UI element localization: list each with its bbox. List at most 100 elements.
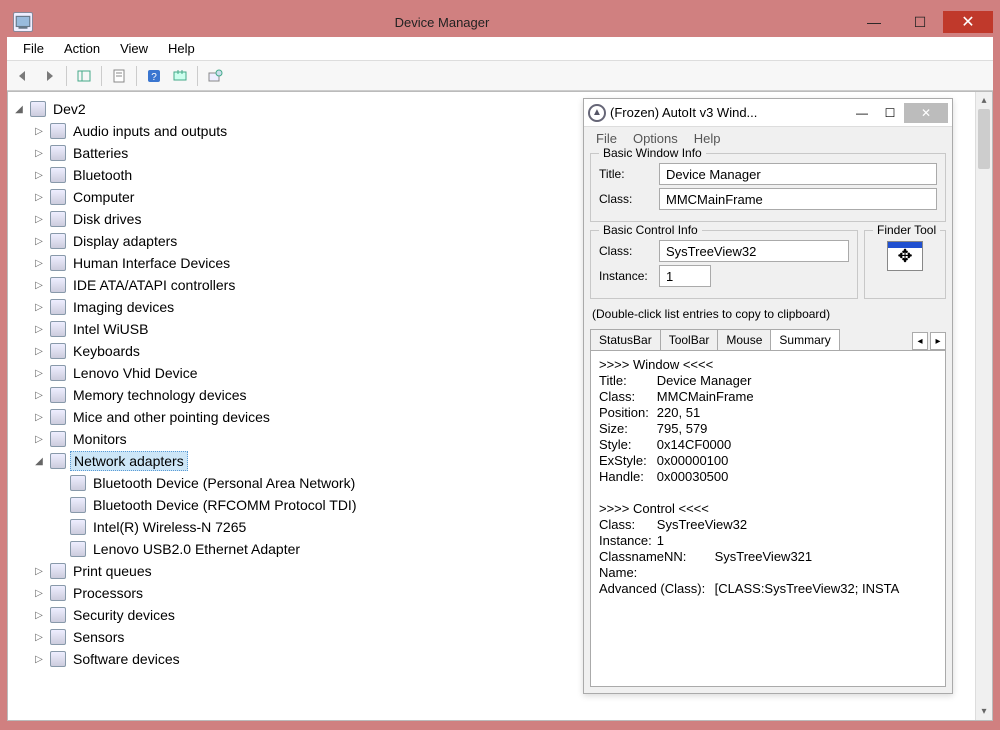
expand-icon[interactable]: ▷ xyxy=(32,588,46,599)
show-hide-tree-button[interactable] xyxy=(72,64,96,88)
menu-file[interactable]: File xyxy=(13,39,54,58)
expand-icon[interactable]: ▷ xyxy=(32,192,46,203)
tree-item-label: Intel WiUSB xyxy=(70,320,151,338)
crosshair-icon: ✥ xyxy=(897,246,912,267)
autoit-menu-file[interactable]: File xyxy=(588,130,625,147)
expand-icon[interactable]: ▷ xyxy=(32,566,46,577)
collapse-icon[interactable]: ◢ xyxy=(12,104,26,115)
autoit-titlebar[interactable]: ▲ (Frozen) AutoIt v3 Wind... — ☐ ✕ xyxy=(584,99,952,127)
software-icon xyxy=(49,650,67,668)
tree-item[interactable]: Bluetooth Device (Personal Area Network) xyxy=(12,472,564,494)
expand-icon[interactable]: ▷ xyxy=(32,324,46,335)
forward-button[interactable] xyxy=(37,64,61,88)
tree-item[interactable]: ▷Batteries xyxy=(12,142,564,164)
tree-item[interactable]: Intel(R) Wireless-N 7265 xyxy=(12,516,564,538)
scroll-down-button[interactable]: ▾ xyxy=(976,703,992,720)
expand-icon[interactable]: ▷ xyxy=(32,126,46,137)
autoit-close-button[interactable]: ✕ xyxy=(904,103,948,123)
window-title-field[interactable] xyxy=(659,163,937,185)
device-tree[interactable]: ◢Dev2▷Audio inputs and outputs▷Batteries… xyxy=(8,92,568,712)
expand-icon[interactable]: ▷ xyxy=(32,632,46,643)
tree-item[interactable]: ▷Print queues xyxy=(12,560,564,582)
tab-scroll-right[interactable]: ▸ xyxy=(930,332,946,350)
autoit-title: (Frozen) AutoIt v3 Wind... xyxy=(610,105,848,120)
maximize-button[interactable]: ☐ xyxy=(897,11,943,33)
tab-statusbar[interactable]: StatusBar xyxy=(590,329,661,350)
minimize-button[interactable]: — xyxy=(851,11,897,33)
expand-icon[interactable]: ▷ xyxy=(32,258,46,269)
tree-item[interactable]: ▷Sensors xyxy=(12,626,564,648)
tree-item[interactable]: Lenovo USB2.0 Ethernet Adapter xyxy=(12,538,564,560)
expand-icon[interactable]: ▷ xyxy=(32,368,46,379)
scroll-up-button[interactable]: ▴ xyxy=(976,92,992,109)
tree-item-label: Human Interface Devices xyxy=(70,254,233,272)
window-class-field[interactable] xyxy=(659,188,937,210)
control-instance-field[interactable] xyxy=(659,265,711,287)
collapse-icon[interactable]: ◢ xyxy=(32,456,46,467)
autoit-maximize-button[interactable]: ☐ xyxy=(876,103,904,123)
tree-item[interactable]: ◢ Network adapters xyxy=(12,450,564,472)
close-button[interactable]: ✕ xyxy=(943,11,993,33)
expand-icon[interactable]: ▷ xyxy=(32,654,46,665)
expand-icon[interactable]: ▷ xyxy=(32,214,46,225)
tree-item-label: Computer xyxy=(70,188,137,206)
back-button[interactable] xyxy=(11,64,35,88)
tree-item[interactable]: ▷Mice and other pointing devices xyxy=(12,406,564,428)
tree-item[interactable]: ▷ Monitors xyxy=(12,428,564,450)
tree-item-label: Lenovo USB2.0 Ethernet Adapter xyxy=(90,540,303,558)
tree-item[interactable]: ▷Audio inputs and outputs xyxy=(12,120,564,142)
tree-item[interactable]: ▷Keyboards xyxy=(12,340,564,362)
expand-icon[interactable]: ▷ xyxy=(32,280,46,291)
tree-item[interactable]: ▷Disk drives xyxy=(12,208,564,230)
expand-icon[interactable]: ▷ xyxy=(32,148,46,159)
expand-icon[interactable]: ▷ xyxy=(32,170,46,181)
finder-tool-target[interactable]: ✥ xyxy=(887,241,923,271)
autoit-window: ▲ (Frozen) AutoIt v3 Wind... — ☐ ✕ File … xyxy=(583,98,953,694)
autoit-menu-help[interactable]: Help xyxy=(686,130,729,147)
tree-item-label: Monitors xyxy=(70,430,130,448)
group-legend: Finder Tool xyxy=(873,223,940,237)
scroll-thumb[interactable] xyxy=(978,109,990,169)
tree-item[interactable]: ▷Processors xyxy=(12,582,564,604)
tree-item-label: Network adapters xyxy=(70,451,188,471)
expand-icon[interactable]: ▷ xyxy=(32,412,46,423)
network-icon xyxy=(49,452,67,470)
scan-hardware-button[interactable] xyxy=(168,64,192,88)
menu-help[interactable]: Help xyxy=(158,39,205,58)
tree-item[interactable]: ▷Imaging devices xyxy=(12,296,564,318)
tree-item[interactable]: ▷Security devices xyxy=(12,604,564,626)
tree-item[interactable]: ▷Software devices xyxy=(12,648,564,670)
control-class-field[interactable] xyxy=(659,240,849,262)
tree-item[interactable]: ▷Display adapters xyxy=(12,230,564,252)
hid-icon xyxy=(49,254,67,272)
expand-icon[interactable]: ▷ xyxy=(32,346,46,357)
tree-item[interactable]: ▷IDE ATA/ATAPI controllers xyxy=(12,274,564,296)
tree-item[interactable]: ◢Dev2 xyxy=(12,98,564,120)
tab-summary[interactable]: Summary xyxy=(770,329,839,350)
tree-item[interactable]: ▷ Intel WiUSB xyxy=(12,318,564,340)
tree-item[interactable]: ▷ Human Interface Devices xyxy=(12,252,564,274)
imaging-icon xyxy=(49,298,67,316)
menu-action[interactable]: Action xyxy=(54,39,110,58)
expand-icon[interactable]: ▷ xyxy=(32,434,46,445)
help-button[interactable]: ? xyxy=(142,64,166,88)
menu-view[interactable]: View xyxy=(110,39,158,58)
expand-icon[interactable]: ▷ xyxy=(32,236,46,247)
tree-item[interactable]: ▷Bluetooth xyxy=(12,164,564,186)
expand-icon[interactable]: ▷ xyxy=(32,302,46,313)
tree-item[interactable]: ▷Lenovo Vhid Device xyxy=(12,362,564,384)
tab-scroll-left[interactable]: ◂ xyxy=(912,332,928,350)
tab-toolbar[interactable]: ToolBar xyxy=(660,329,719,350)
vertical-scrollbar[interactable]: ▴ ▾ xyxy=(975,92,992,720)
update-driver-button[interactable] xyxy=(203,64,227,88)
tab-mouse[interactable]: Mouse xyxy=(717,329,771,350)
properties-button[interactable] xyxy=(107,64,131,88)
expand-icon[interactable]: ▷ xyxy=(32,610,46,621)
autoit-minimize-button[interactable]: — xyxy=(848,103,876,123)
autoit-menu-options[interactable]: Options xyxy=(625,130,686,147)
tree-item[interactable]: Bluetooth Device (RFCOMM Protocol TDI) xyxy=(12,494,564,516)
summary-content[interactable]: >>>> Window <<<< Title: Device Manager C… xyxy=(590,350,946,687)
tree-item[interactable]: ▷Memory technology devices xyxy=(12,384,564,406)
expand-icon[interactable]: ▷ xyxy=(32,390,46,401)
tree-item[interactable]: ▷ Computer xyxy=(12,186,564,208)
